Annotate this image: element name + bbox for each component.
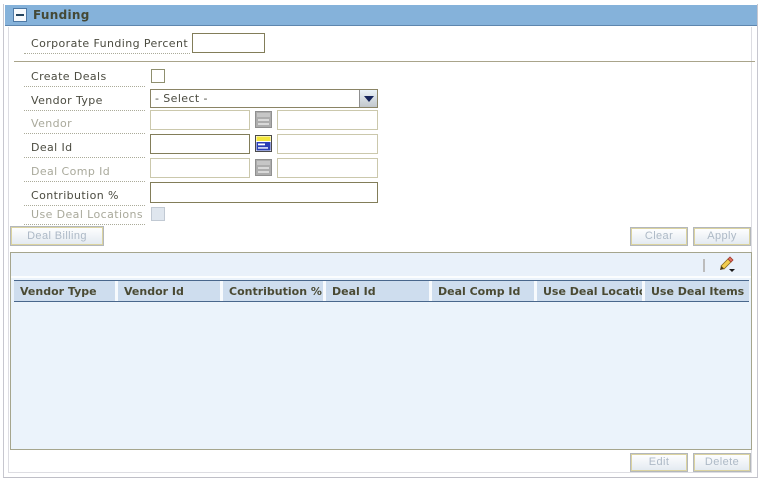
column-header-contribution-pct: Contribution %	[223, 281, 323, 301]
vendor-type-label: Vendor Type	[24, 92, 145, 111]
deal-comp-id-label: Deal Comp Id	[24, 163, 145, 182]
vendor-type-dropdown-button[interactable]	[359, 90, 377, 107]
column-header-use-deal-locations: Use Deal Locations	[537, 281, 642, 301]
deal-comp-id-input	[150, 158, 250, 178]
toolbar-separator	[703, 259, 705, 272]
table-body-empty	[11, 303, 751, 449]
vendor-desc-input	[277, 110, 378, 130]
vendor-type-selected-value: - Select -	[155, 92, 208, 105]
minus-icon	[16, 14, 24, 16]
funding-page: Funding Corporate Funding Percent Create…	[0, 0, 763, 484]
create-deals-label: Create Deals	[24, 68, 145, 87]
corporate-funding-percent-label: Corporate Funding Percent	[24, 35, 190, 54]
collapse-section-button[interactable]	[13, 8, 27, 22]
apply-button: Apply	[693, 227, 751, 246]
clear-button: Clear	[630, 227, 688, 246]
separator-line	[14, 61, 755, 62]
contribution-pct-input[interactable]	[150, 182, 378, 203]
chevron-down-icon	[364, 96, 374, 102]
deal-comp-id-desc-input	[277, 158, 378, 178]
corporate-funding-percent-input[interactable]	[192, 33, 265, 53]
pencil-edit-icon[interactable]	[717, 256, 737, 274]
vendor-id-input	[150, 110, 250, 130]
use-deal-locations-label: Use Deal Locations	[24, 206, 145, 225]
vendor-lov-icon	[255, 111, 272, 128]
contribution-pct-label: Contribution %	[24, 187, 145, 206]
deal-id-input[interactable]	[150, 134, 250, 154]
column-header-deal-comp-id: Deal Comp Id	[432, 281, 534, 301]
column-header-vendor-id: Vendor Id	[118, 281, 220, 301]
vendor-type-select[interactable]: - Select -	[150, 89, 378, 108]
deal-billing-button: Deal Billing	[10, 226, 104, 246]
vendor-label: Vendor	[24, 115, 145, 134]
create-deals-checkbox[interactable]	[151, 69, 165, 83]
column-header-vendor-type: Vendor Type	[14, 281, 115, 301]
deal-id-label: Deal Id	[24, 139, 145, 158]
deal-id-lov-icon[interactable]	[255, 135, 272, 152]
funding-section-header: Funding	[5, 5, 757, 26]
deal-id-desc-input	[277, 134, 378, 154]
table-toolbar	[11, 253, 751, 278]
table-header-row: Vendor Type Vendor Id Contribution % Dea…	[14, 280, 749, 302]
use-deal-locations-checkbox	[151, 207, 165, 221]
column-header-deal-id: Deal Id	[326, 281, 429, 301]
deal-comp-id-lov-icon	[255, 159, 272, 176]
section-title: Funding	[33, 8, 90, 22]
edit-button: Edit	[630, 453, 688, 472]
delete-button: Delete	[693, 453, 751, 472]
column-header-use-deal-items: Use Deal Items	[645, 281, 749, 301]
funding-table: Vendor Type Vendor Id Contribution % Dea…	[10, 252, 752, 450]
